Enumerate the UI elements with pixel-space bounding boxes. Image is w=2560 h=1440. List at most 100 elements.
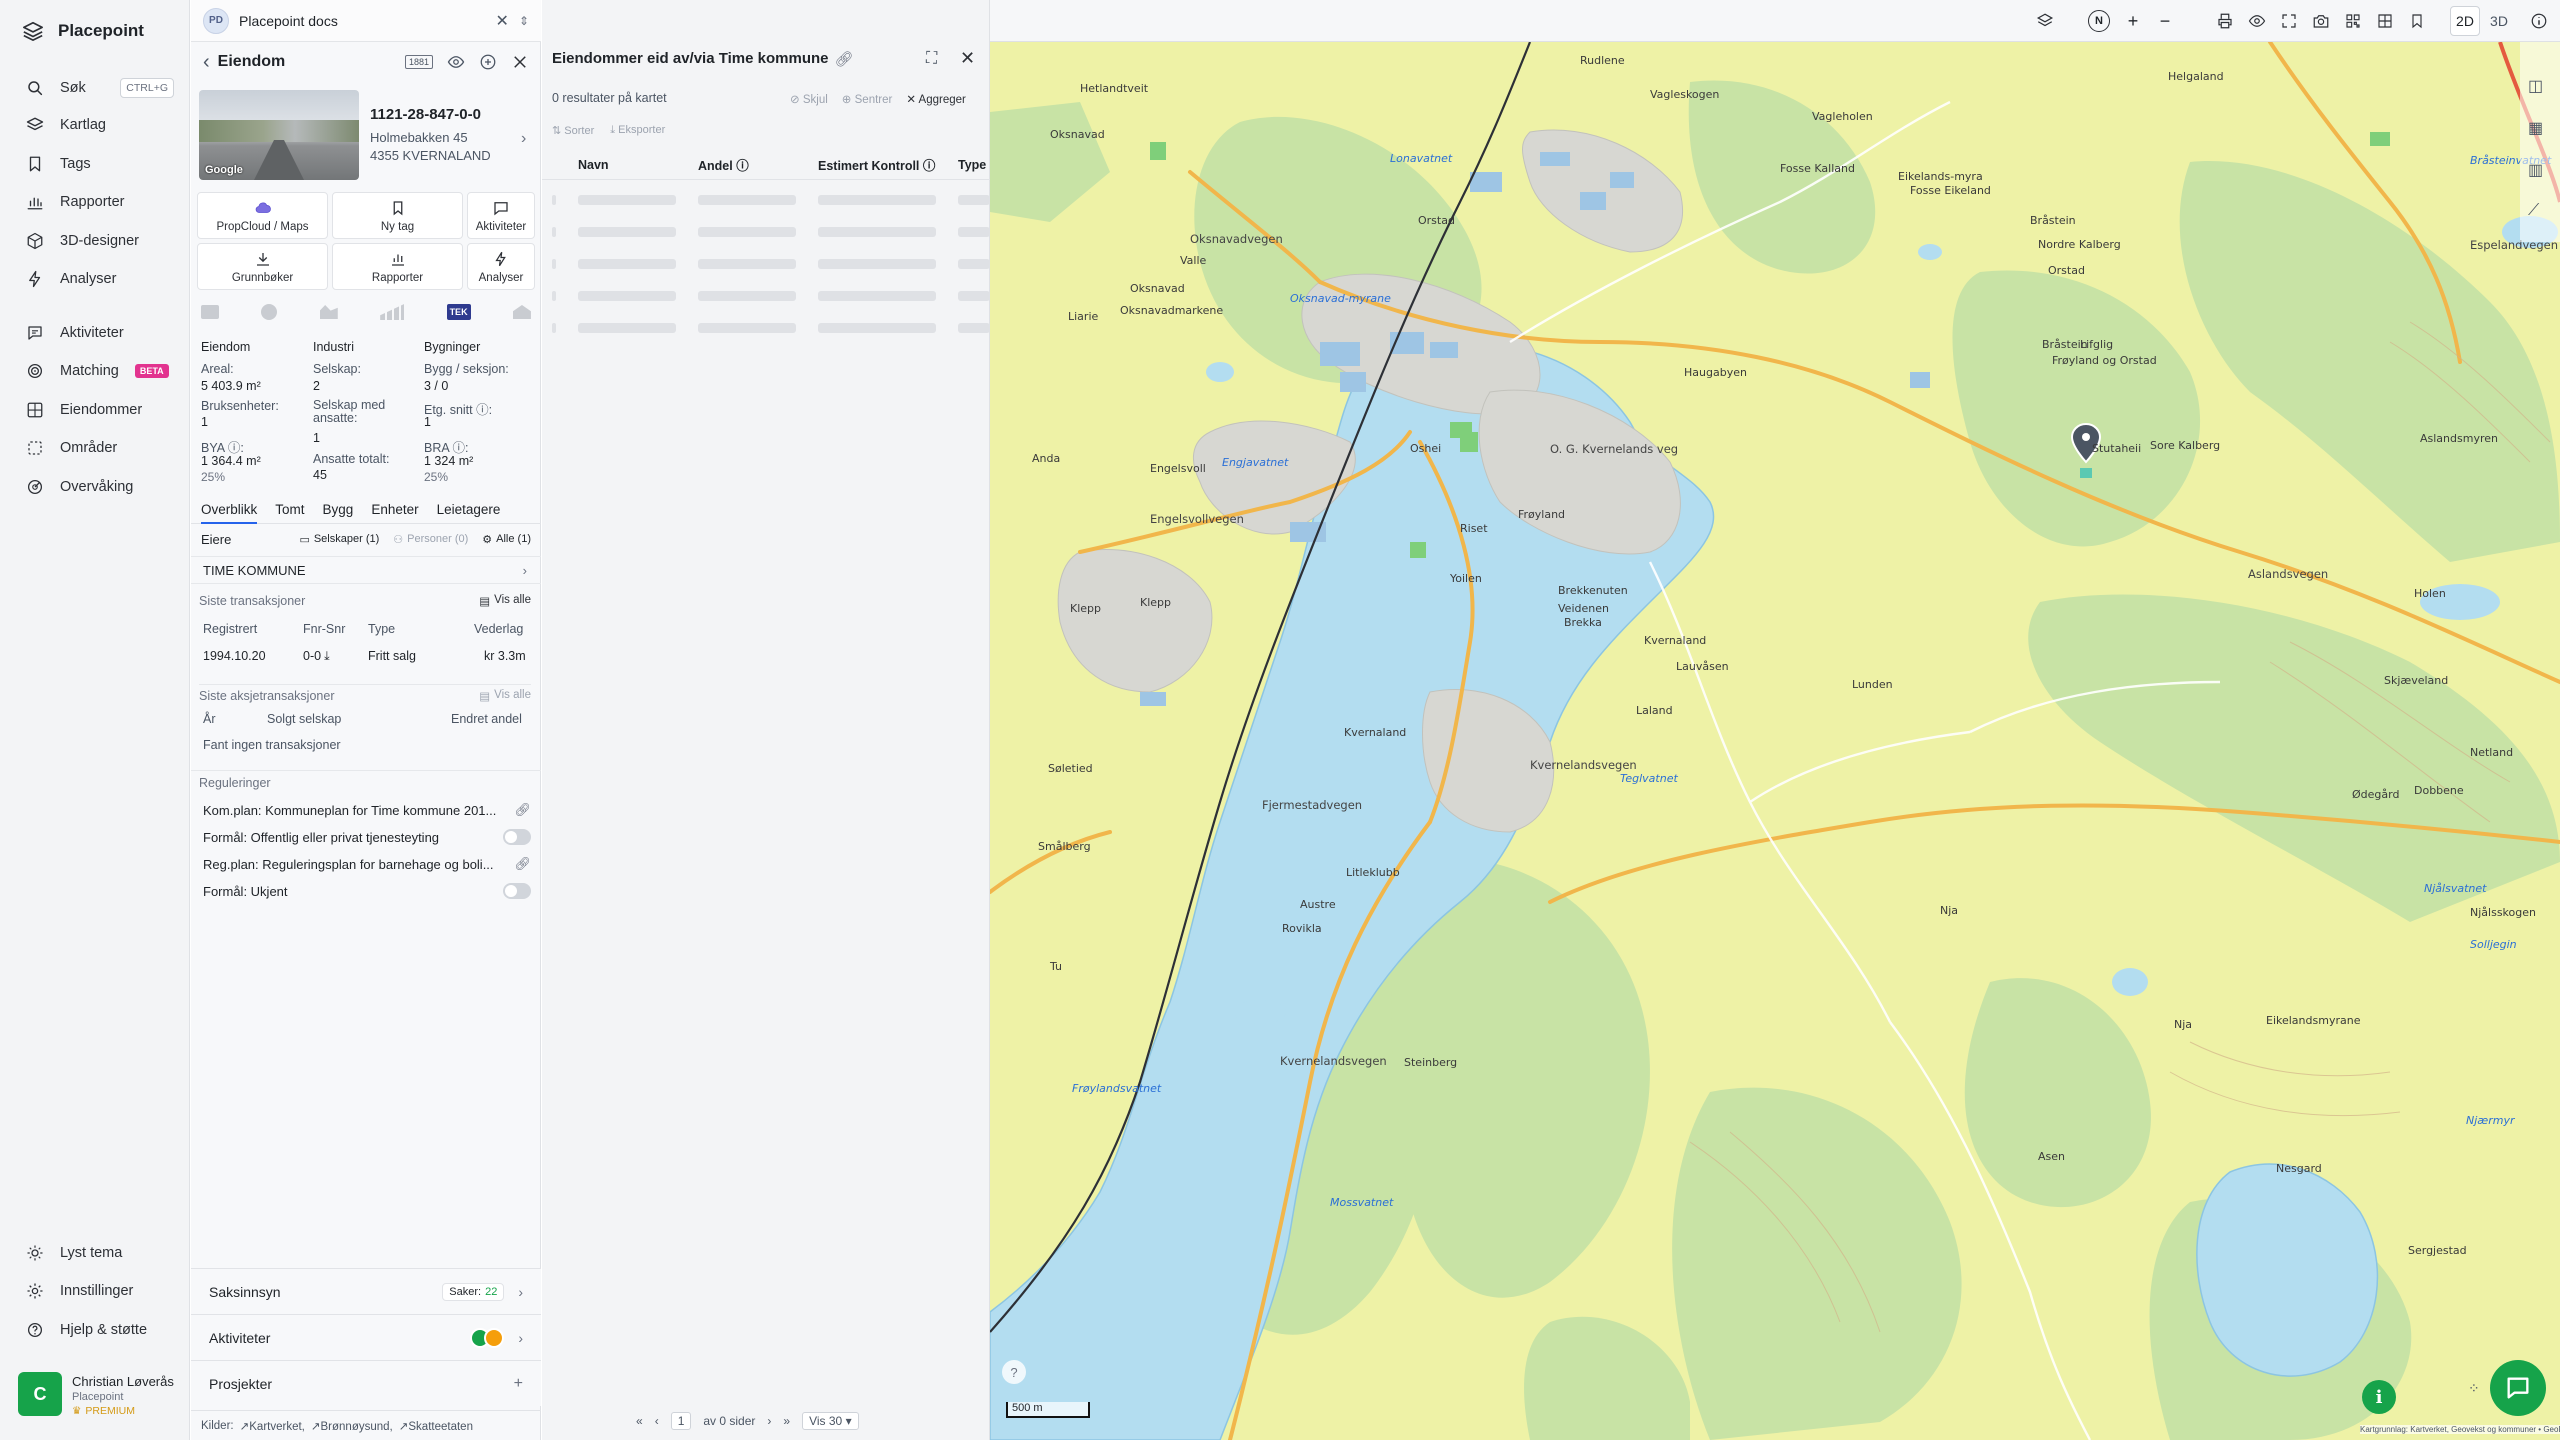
close-icon[interactable] <box>511 53 529 71</box>
sidebar-item-aktiviteter[interactable]: Aktiviteter <box>0 315 190 351</box>
sidebar-item-overvaking[interactable]: Overvåking <box>0 469 190 505</box>
propcloud-button[interactable]: PropCloud / Maps <box>197 192 328 239</box>
map-layers-icon[interactable] <box>2032 8 2058 34</box>
eye-icon[interactable] <box>447 53 465 71</box>
sidebar-item-kartlag[interactable]: Kartlag <box>0 107 190 143</box>
bookmark-icon[interactable] <box>2404 8 2430 34</box>
map-canvas[interactable]: Rudlene Helgaland Vagleskogen Vagleholen Het… <box>990 42 2560 1440</box>
add-circle-icon[interactable] <box>479 53 497 71</box>
link-icon[interactable]: 🔗︎ <box>835 50 854 68</box>
eye-icon[interactable] <box>2244 8 2270 34</box>
building-icon[interactable] <box>201 305 219 319</box>
chat-support-button[interactable] <box>2490 1360 2546 1416</box>
regulation-item[interactable]: Reg.plan: Reguleringsplan for barnehage … <box>203 856 531 872</box>
house-icon[interactable] <box>512 305 531 319</box>
sort-button[interactable]: ⇅ Sorter <box>552 124 594 137</box>
mode-3d-button[interactable]: 3D <box>2484 6 2514 36</box>
print-icon[interactable] <box>2212 8 2238 34</box>
regulation-item[interactable]: Kom.plan: Kommuneplan for Time kommune 2… <box>203 802 531 818</box>
filter-companies[interactable]: ▭ Selskaper (1) <box>299 533 379 546</box>
source-link[interactable]: ↗Brønnøysund, <box>311 1419 393 1433</box>
info-button[interactable]: i <box>2362 1380 2396 1414</box>
chart-icon[interactable]: ▥ <box>2528 160 2543 180</box>
tab-leietagere[interactable]: Leietagere <box>437 502 501 517</box>
sidebar-item-hjelp[interactable]: Hjelp & støtte <box>0 1312 190 1348</box>
tab-enheter[interactable]: Enheter <box>371 502 418 517</box>
zoom-in-icon[interactable]: + <box>2120 8 2146 34</box>
aktiviteter-section[interactable]: Aktiviteter › <box>191 1314 541 1360</box>
industry-icon[interactable] <box>319 305 338 319</box>
saksinnsyn-section[interactable]: Saksinnsyn Saker: 22 › <box>191 1268 541 1314</box>
back-chevron-icon[interactable]: ‹ <box>203 51 210 74</box>
source-link[interactable]: ↗Kartverket, <box>240 1419 305 1433</box>
regulation-toggle[interactable] <box>503 883 531 899</box>
new-tag-button[interactable]: Ny tag <box>332 192 463 239</box>
info-icon[interactable] <box>2526 8 2552 34</box>
tab-bygg[interactable]: Bygg <box>323 502 354 517</box>
compass-icon[interactable]: N <box>2086 8 2112 34</box>
source-link[interactable]: ↗Skatteetaten <box>399 1419 473 1433</box>
expand-icon[interactable]: ⛶ <box>926 50 937 68</box>
col-estimert[interactable]: Estimert Kontroll ⓘ <box>818 155 935 174</box>
sidebar-item-tags[interactable]: Tags <box>0 146 190 182</box>
analyses-button[interactable]: Analyser <box>467 243 535 290</box>
qr-icon[interactable] <box>2340 8 2366 34</box>
transaction-fnr[interactable]: 0-0 ⤓ <box>303 649 330 664</box>
hide-button[interactable]: ⊘ Skjul <box>790 92 828 106</box>
signal-bars-icon[interactable] <box>380 304 405 320</box>
map-help-icon[interactable]: ? <box>1002 1360 1026 1384</box>
sidebar-item-analyser[interactable]: Analyser <box>0 261 190 297</box>
prev-page-icon[interactable]: ‹ <box>655 1414 659 1428</box>
mode-2d-button[interactable]: 2D <box>2450 6 2480 36</box>
regulation-toggle[interactable] <box>503 829 531 845</box>
id-card-icon[interactable]: 1881 <box>404 55 433 69</box>
view-all-transactions[interactable]: ▤ Vis alle <box>479 594 531 608</box>
zoom-out-icon[interactable]: − <box>2152 8 2178 34</box>
close-icon[interactable]: ✕ <box>960 48 975 69</box>
col-andel[interactable]: Andel ⓘ <box>698 155 749 174</box>
last-page-icon[interactable]: » <box>783 1414 790 1428</box>
filter-all[interactable]: ⚙ Alle (1) <box>482 533 531 546</box>
activities-button[interactable]: Aktiviteter <box>467 192 535 239</box>
sidebar-item-eiendommer[interactable]: Eiendommer <box>0 392 190 428</box>
aggregate-button[interactable]: ✕ Aggreger <box>906 92 966 106</box>
add-icon[interactable]: + <box>514 1375 523 1393</box>
export-button[interactable]: ⤓ Eksporter <box>610 124 665 137</box>
chevron-updown-icon[interactable]: ⇕ <box>519 14 529 28</box>
draw-icon[interactable]: ▦ <box>2528 118 2543 138</box>
next-page-icon[interactable]: › <box>767 1414 771 1428</box>
user-profile[interactable]: C Christian Løverås Placepoint ♛ PREMIUM <box>18 1372 178 1424</box>
tek-badge[interactable]: TEK <box>446 304 471 320</box>
chevron-right-icon[interactable]: › <box>521 130 526 148</box>
filter-persons[interactable]: ⚇ Personer (0) <box>393 533 468 546</box>
ruler-icon[interactable]: ⟋ <box>2528 202 2539 220</box>
sidebar-item-innstillinger[interactable]: Innstillinger <box>0 1273 190 1309</box>
prosjekter-section[interactable]: Prosjekter + <box>191 1360 541 1406</box>
owner-row[interactable]: TIME KOMMUNE › <box>191 556 541 584</box>
sidebar-item-omrader[interactable]: Områder <box>0 430 190 466</box>
camera-icon[interactable] <box>2308 8 2334 34</box>
grid-icon[interactable] <box>2372 8 2398 34</box>
sidebar-item-rapporter[interactable]: Rapporter <box>0 184 190 220</box>
tab-overblikk[interactable]: Overblikk <box>201 502 258 524</box>
per-page-select[interactable]: Vis 30 ▾ <box>802 1412 859 1430</box>
resize-handle-icon[interactable]: ⁘ <box>2468 1380 2486 1398</box>
reports-button[interactable]: Rapporter <box>332 243 463 290</box>
measure-icon[interactable]: ◫ <box>2528 76 2543 96</box>
close-tab-icon[interactable]: ✕ <box>496 11 509 31</box>
globe-icon[interactable] <box>261 304 278 320</box>
tab-tomt[interactable]: Tomt <box>275 502 304 517</box>
fullscreen-icon[interactable] <box>2276 8 2302 34</box>
brand[interactable]: Placepoint <box>22 20 144 42</box>
center-button[interactable]: ⊕ Sentrer <box>842 92 893 106</box>
land-registry-button[interactable]: Grunnbøker <box>197 243 328 290</box>
sidebar-item-lyst-tema[interactable]: Lyst tema <box>0 1235 190 1271</box>
view-all-share-transactions[interactable]: ▤ Vis alle <box>479 689 531 703</box>
document-tab[interactable]: PD Placepoint docs ✕ ⇕ <box>191 0 541 42</box>
street-view-photo[interactable]: Google <box>199 90 359 180</box>
sidebar-item-matching[interactable]: Matching BETA <box>0 353 190 389</box>
first-page-icon[interactable]: « <box>636 1414 643 1428</box>
page-input[interactable]: 1 <box>670 1412 692 1430</box>
sidebar-item-search[interactable]: Søk CTRL+G <box>0 70 190 106</box>
col-type[interactable]: Type <box>958 158 986 172</box>
